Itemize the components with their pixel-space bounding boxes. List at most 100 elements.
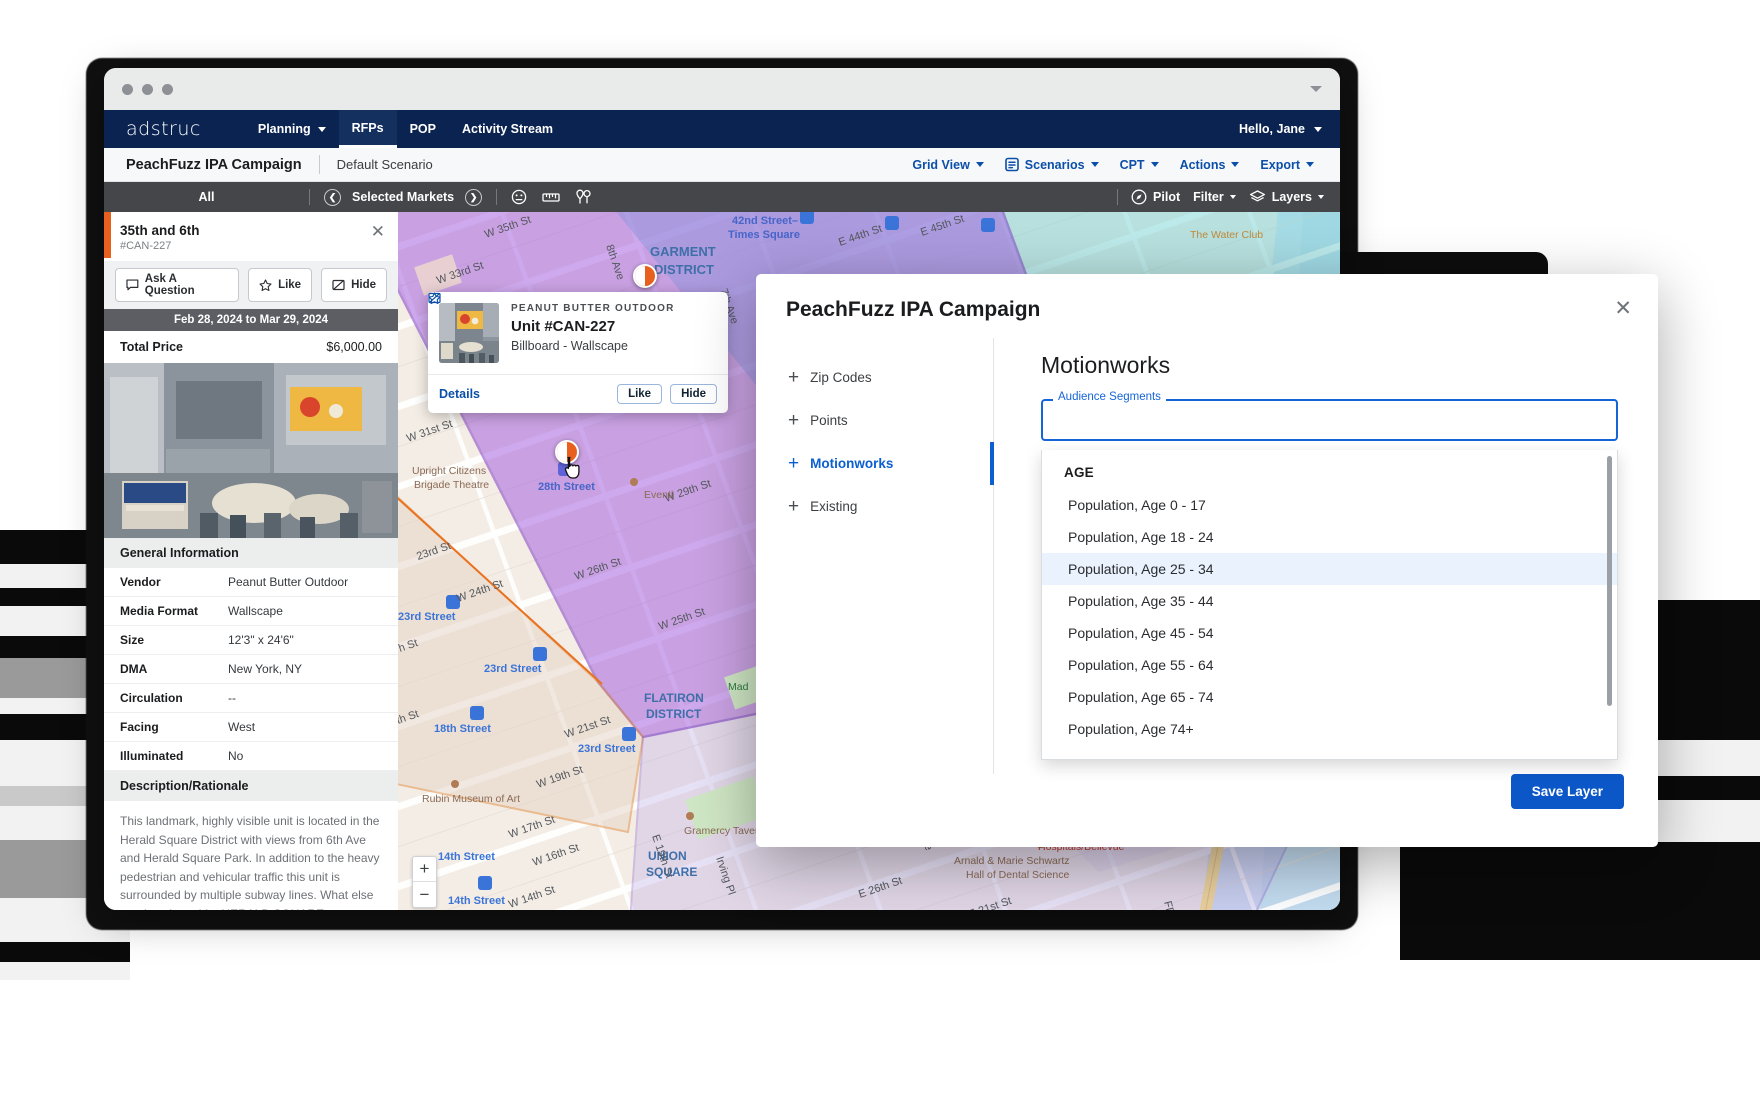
button-label: Like [628, 388, 652, 400]
filter-button[interactable]: Filter [1193, 190, 1236, 204]
button-label: Grid View [912, 157, 970, 172]
dropdown-option[interactable]: Population, Age 35 - 44 [1042, 585, 1617, 617]
plus-icon: + [788, 410, 800, 431]
user-menu[interactable]: Hello, Jane [1239, 110, 1340, 148]
layers-icon [1249, 190, 1265, 202]
hide-button[interactable]: Hide [321, 268, 387, 302]
nav-label: Planning [257, 122, 311, 136]
chevron-down-icon [1229, 195, 1236, 199]
dropdown-option[interactable]: Population, Age 65 - 74 [1042, 681, 1617, 713]
app-navbar: adstruc Planning RFPs POP Activity Strea… [104, 110, 1340, 148]
zoom-out-button[interactable]: − [413, 882, 436, 907]
unit-title: 35th and 6th [120, 223, 200, 238]
dropdown-option[interactable]: Population, Age 0 - 17 [1042, 489, 1617, 521]
ruler-icon[interactable] [542, 190, 560, 204]
ask-a-question-button[interactable]: Ask A Question [115, 268, 240, 302]
dropdown-scrollbar[interactable] [1607, 456, 1612, 706]
info-row-media-format: Media Format Wallscape [104, 597, 398, 626]
dropdown-option[interactable]: Population, Age 25 - 34 [1042, 553, 1617, 585]
row-value: -- [228, 691, 236, 705]
unit-detail-panel: 35th and 6th #CAN-227 ✕ Ask A Question L… [104, 212, 398, 910]
actions-button[interactable]: Actions [1172, 156, 1248, 174]
dropdown-option[interactable]: Population, Age 74+ [1042, 713, 1617, 745]
panel-header: 35th and 6th #CAN-227 ✕ [104, 212, 398, 261]
map-toolbar: All ❮ Selected Markets ❯ Pilot Filter La… [104, 182, 1340, 212]
layer-item-motionworks[interactable]: + Motionworks [786, 442, 994, 485]
close-window-button[interactable] [122, 83, 133, 95]
button-label: Layers [1271, 190, 1312, 204]
campaign-bar: PeachFuzz IPA Campaign Default Scenario … [104, 148, 1340, 182]
button-label: Hide [351, 279, 376, 291]
popup-like-button[interactable]: Like [428, 292, 663, 404]
audience-segments-field: Audience Segments [1041, 391, 1618, 441]
details-link[interactable]: Details [439, 387, 480, 401]
layer-item-points[interactable]: + Points [786, 399, 993, 442]
button-label: Filter [1193, 190, 1224, 204]
popup-buttons: Like Hide [428, 292, 717, 404]
plus-icon: + [788, 367, 800, 388]
chat-icon [126, 279, 139, 291]
button-label: Pilot [1153, 190, 1181, 204]
audience-segments-dropdown[interactable]: AGE Population, Age 0 - 17 Population, A… [1041, 450, 1618, 760]
button-label: Like [278, 279, 302, 291]
nav-item-planning[interactable]: Planning [245, 110, 339, 148]
target-icon[interactable] [511, 189, 527, 205]
row-value: 12'3" x 24'6" [228, 633, 294, 647]
maximize-window-button[interactable] [162, 83, 173, 95]
chevron-left-icon[interactable]: ❮ [324, 188, 341, 206]
map-zoom-controls: + − [412, 856, 437, 908]
pins-icon[interactable] [575, 189, 592, 205]
brand-logo[interactable]: adstruc [126, 110, 201, 148]
layer-item-zip-codes[interactable]: + Zip Codes [786, 356, 993, 399]
cpt-button[interactable]: CPT [1112, 156, 1167, 174]
popup-hide-button[interactable]: Hide [428, 292, 717, 404]
popup-unit: Unit #CAN-227 [511, 318, 616, 335]
minimize-window-button[interactable] [142, 83, 153, 95]
layer-type-list: + Zip Codes + Points + Motionworks + Exi… [756, 338, 994, 774]
chevron-down-icon [1318, 195, 1324, 199]
export-button[interactable]: Export [1252, 156, 1322, 174]
star-icon [259, 278, 272, 291]
chevron-down-icon [1314, 126, 1322, 132]
pilot-button[interactable]: Pilot [1131, 189, 1180, 205]
row-key: Facing [120, 720, 159, 734]
nav-item-rfps[interactable]: RFPs [338, 110, 397, 148]
chevron-down-icon[interactable] [1310, 86, 1322, 92]
button-label: Scenarios [1024, 157, 1085, 172]
grid-view-button[interactable]: Grid View [904, 156, 991, 174]
row-value: West [228, 720, 256, 734]
audience-segments-input[interactable] [1041, 399, 1618, 441]
zoom-in-button[interactable]: + [413, 857, 436, 882]
dropdown-option[interactable]: Population, Age 45 - 54 [1042, 617, 1617, 649]
scenarios-button[interactable]: Scenarios [997, 155, 1107, 174]
close-icon[interactable]: ✕ [1614, 298, 1632, 319]
layers-button[interactable]: Layers [1249, 189, 1324, 205]
button-label: Actions [1179, 157, 1226, 172]
total-price-value: $6,000.00 [326, 340, 382, 354]
chevron-down-icon [975, 162, 984, 167]
dropdown-option[interactable]: Population, Age 18 - 24 [1042, 521, 1617, 553]
dropdown-option[interactable]: Population, Age 55 - 64 [1042, 649, 1617, 681]
row-value: Wallscape [228, 604, 283, 618]
save-layer-button[interactable]: Save Layer [1510, 774, 1624, 809]
screenshot-root: adstruc Planning RFPs POP Activity Strea… [0, 0, 1760, 1120]
all-markets-tab[interactable]: All [104, 190, 309, 204]
map-pin-inventory-1[interactable] [633, 264, 657, 288]
nav-label: POP [409, 122, 436, 136]
window-controls[interactable] [122, 83, 173, 95]
nav-item-activity-stream[interactable]: Activity Stream [449, 110, 566, 148]
row-value: New York, NY [228, 662, 303, 676]
layer-label: Zip Codes [810, 370, 872, 385]
button-label: CPT [1119, 157, 1145, 172]
chevron-right-icon[interactable]: ❯ [465, 188, 483, 206]
close-icon[interactable]: ✕ [371, 223, 385, 252]
nav-item-pop[interactable]: POP [397, 110, 449, 148]
like-button[interactable]: Like [248, 268, 313, 302]
layer-label: Points [810, 413, 848, 428]
popup-top: PEANUT BUTTER OUTDOOR Unit #CAN-227 Bill… [428, 292, 728, 374]
selected-markets-label: Selected Markets [352, 190, 455, 204]
popup-actions: Details Like Hide [428, 292, 728, 413]
total-price-row: Total Price $6,000.00 [104, 331, 398, 363]
dropdown-group-age: AGE [1064, 465, 1094, 480]
layer-item-existing[interactable]: + Existing [786, 485, 993, 528]
